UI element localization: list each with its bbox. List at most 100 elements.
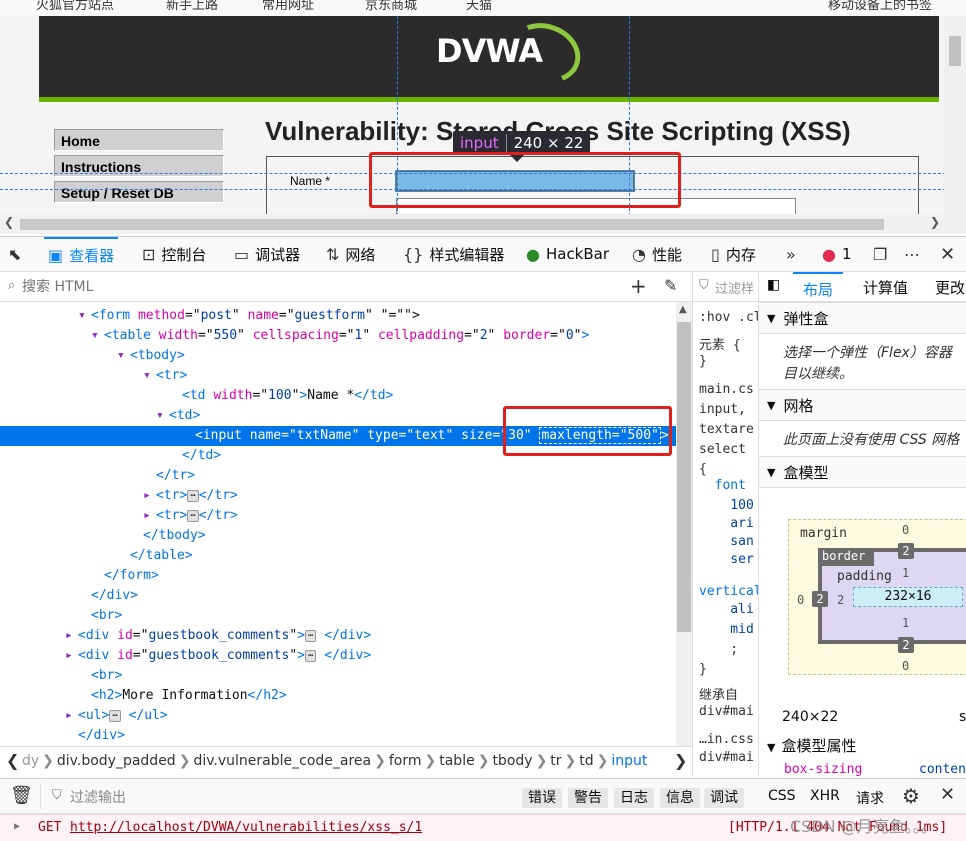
tab-computed[interactable]: 计算值	[863, 277, 908, 298]
scroll-left-icon[interactable]: ❮	[4, 215, 14, 229]
box-properties-header[interactable]: ▼ 盒模型属性	[767, 735, 856, 756]
breadcrumb-item[interactable]: table	[439, 753, 474, 769]
markup-node[interactable]: ▾ <tr>	[0, 366, 676, 386]
filter-warnings-button[interactable]: 警告	[568, 788, 608, 808]
breadcrumb-item[interactable]: input	[611, 753, 647, 769]
margin-bottom[interactable]: 0	[902, 659, 909, 673]
padding-left[interactable]: 2	[837, 593, 844, 607]
filter-debug-button[interactable]: 调试	[704, 788, 744, 808]
bookmark-item[interactable]: 新手上路	[166, 0, 218, 13]
border-left[interactable]: 2	[812, 591, 828, 607]
scroll-right-icon[interactable]: ❯	[930, 215, 940, 229]
breadcrumb-item[interactable]: tr	[550, 753, 561, 769]
breadcrumb-item[interactable]: td	[579, 753, 593, 769]
bookmark-item[interactable]: 常用网址	[262, 0, 314, 13]
scroll-up-icon[interactable]: ▲	[679, 304, 687, 315]
markup-node[interactable]: <br>	[0, 666, 676, 686]
markup-scroll-thumb[interactable]	[677, 322, 691, 632]
close-icon[interactable]: ✕	[940, 784, 955, 805]
section-grid[interactable]: ▼ 网格	[759, 389, 966, 421]
expand-icon[interactable]: ▸	[65, 646, 78, 666]
expand-icon[interactable]: ▸	[65, 626, 78, 646]
collapse-icon[interactable]: ▾	[78, 306, 91, 326]
boxmodel-content[interactable]: 232×16	[853, 587, 963, 607]
gear-icon[interactable]: ⚙	[902, 784, 920, 808]
box-prop-value[interactable]: conten	[919, 762, 966, 776]
element-picker-icon[interactable]: ⬉	[8, 237, 27, 271]
menu-item-setup[interactable]: Setup / Reset DB	[54, 181, 224, 203]
tab-console[interactable]: ⊡ 控制台	[142, 237, 206, 271]
markup-node[interactable]: ▾ <form method="post" name="guestform" "=…	[0, 306, 676, 326]
tab-inspector[interactable]: ▣ 查看器	[44, 237, 119, 271]
trash-icon[interactable]: 🗑	[10, 785, 33, 806]
markup-node[interactable]: ▸ <div id="guestbook_comments"> ⋯ </div>	[0, 646, 676, 666]
markup-node[interactable]: ▸ <div id="guestbook_comments"> ⋯ </div>	[0, 626, 676, 646]
breadcrumb-item[interactable]: div.vulnerable_code_area	[193, 753, 371, 769]
margin-top[interactable]: 0	[902, 523, 909, 537]
padding-bottom[interactable]: 1	[902, 616, 909, 630]
markup-node[interactable]: <br>	[0, 606, 676, 626]
filter-requests-button[interactable]: 请求	[856, 788, 884, 808]
markup-node[interactable]: </div>	[0, 726, 676, 746]
console-filter-input[interactable]: 过滤输出	[70, 787, 126, 807]
menu-icon[interactable]: ⋯	[904, 237, 926, 271]
search-html-input[interactable]	[22, 276, 602, 298]
tab-performance[interactable]: ◔ 性能	[632, 237, 682, 271]
markup-node[interactable]: </form>	[0, 566, 676, 586]
border-top[interactable]: 2	[898, 543, 914, 559]
collapse-icon[interactable]: ▾	[91, 326, 104, 346]
breadcrumb-left-icon[interactable]: ❮	[6, 751, 19, 770]
markup-node[interactable]: </tbody>	[0, 526, 676, 546]
markup-node[interactable]: <td width="100">Name *</td>	[0, 386, 676, 406]
markup-node[interactable]: ▾ <table width="550" cellspacing="1" cell…	[0, 326, 676, 346]
tab-hackbar[interactable]: ● HackBar	[526, 237, 609, 271]
console-message[interactable]: ▶ GET http://localhost/DVWA/vulnerabilit…	[0, 814, 966, 841]
markup-node[interactable]: </table>	[0, 546, 676, 566]
expand-icon[interactable]: ▶	[14, 821, 20, 832]
collapse-icon[interactable]: ▾	[156, 406, 169, 426]
tab-changes[interactable]: 更改	[935, 277, 965, 298]
close-icon[interactable]: ✕	[940, 237, 961, 271]
section-flexbox[interactable]: ▼ 弹性盒	[759, 302, 966, 334]
tab-debugger[interactable]: ▭ 调试器	[234, 237, 300, 271]
bookmark-item[interactable]: 京东商城	[365, 0, 417, 13]
breadcrumb-item[interactable]: form	[389, 753, 422, 769]
section-boxmodel[interactable]: ▼ 盒模型	[759, 456, 966, 488]
breadcrumb-right-icon[interactable]: ❯	[674, 751, 687, 770]
markup-node[interactable]: ▸ <tr> ⋯ </tr>	[0, 506, 676, 526]
filter-errors-button[interactable]: 错误	[522, 788, 562, 808]
border-bottom[interactable]: 2	[898, 637, 914, 653]
padding-top[interactable]: 1	[902, 566, 909, 580]
expand-icon[interactable]: ▸	[143, 486, 156, 506]
tab-network[interactable]: ⇅ 网络	[326, 237, 375, 271]
markup-node[interactable]: ▸ <tr> ⋯ </tr>	[0, 486, 676, 506]
expand-icon[interactable]: ▸	[143, 506, 156, 526]
eyedropper-icon[interactable]: ✎	[664, 276, 677, 295]
error-indicator[interactable]: ● 1	[822, 237, 852, 271]
markup-node[interactable]: </div>	[0, 586, 676, 606]
breadcrumb-item[interactable]: tbody	[492, 753, 532, 769]
expand-icon[interactable]: ▸	[65, 706, 78, 726]
page-hscroll-thumb[interactable]	[20, 219, 884, 230]
markup-node[interactable]: <h2>More Information</h2>	[0, 686, 676, 706]
collapse-icon[interactable]: ▾	[143, 366, 156, 386]
filter-logs-button[interactable]: 日志	[614, 788, 654, 808]
collapse-icon[interactable]: ▾	[117, 346, 130, 366]
bookmark-item[interactable]: 火狐官方站点	[36, 0, 114, 13]
tab-layout[interactable]: 布局	[793, 272, 844, 302]
tab-memory[interactable]: ▯ 内存	[711, 237, 756, 271]
page-scroll-thumb[interactable]	[949, 36, 961, 66]
log-url[interactable]: http://localhost/DVWA/vulnerabilities/xs…	[70, 820, 422, 835]
tab-style-editor[interactable]: {} 样式编辑器	[403, 237, 504, 271]
filter-css-button[interactable]: CSS	[768, 788, 796, 804]
filter-xhr-button[interactable]: XHR	[810, 788, 840, 804]
markup-node[interactable]: </tr>	[0, 466, 676, 486]
margin-left[interactable]: 0	[797, 593, 804, 607]
bookmark-item[interactable]: 天猫	[466, 0, 492, 13]
breadcrumb-item[interactable]: div.body_padded	[57, 753, 176, 769]
menu-item-home[interactable]: Home	[54, 129, 224, 151]
markup-node[interactable]: ▾ <tbody>	[0, 346, 676, 366]
filter-info-button[interactable]: 信息	[660, 788, 700, 808]
bookmark-item[interactable]: 移动设备上的书签	[828, 0, 932, 13]
dock-icon[interactable]: ❐	[873, 237, 893, 271]
